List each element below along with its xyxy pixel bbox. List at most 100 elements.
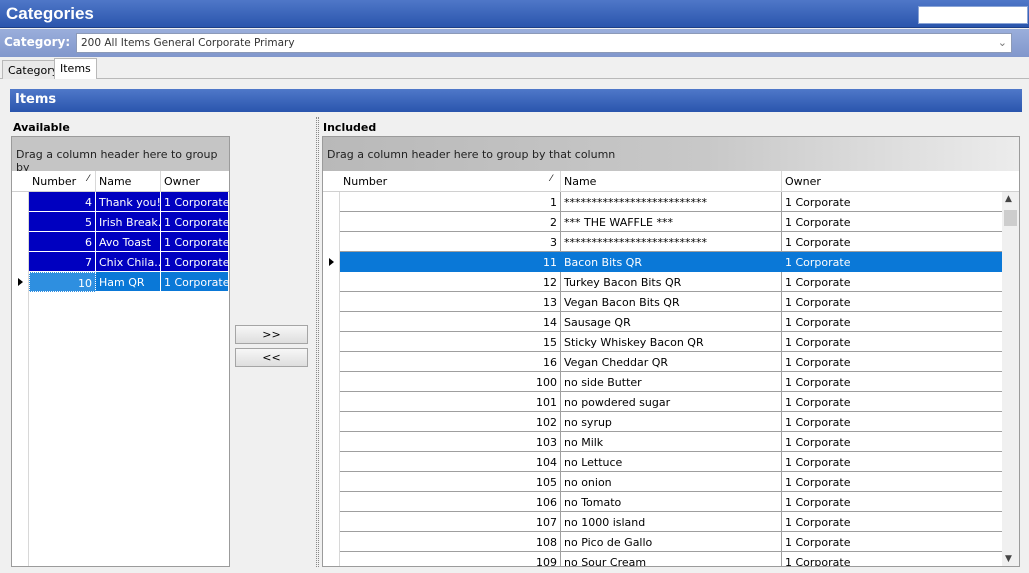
included-scrollbar[interactable]: ▲ ▼ (1002, 192, 1019, 566)
scroll-down-icon[interactable]: ▼ (1005, 554, 1012, 564)
included-cell-owner[interactable]: 1 Corporate (782, 452, 1003, 472)
table-row[interactable]: 3 ************************** 1 Corporate (323, 232, 1003, 252)
available-cell-number[interactable]: 4 (29, 192, 96, 212)
available-cell-name[interactable]: Irish Break... (96, 212, 161, 232)
included-col-owner[interactable]: Owner (782, 171, 1003, 192)
included-cell-name[interactable]: Turkey Bacon Bits QR (561, 272, 782, 292)
table-row[interactable]: 16 Vegan Cheddar QR 1 Corporate (323, 352, 1003, 372)
table-row[interactable]: 7 Chix Chila... 1 Corporate (12, 252, 229, 272)
included-cell-owner[interactable]: 1 Corporate (782, 492, 1003, 512)
included-cell-name[interactable]: Sticky Whiskey Bacon QR (561, 332, 782, 352)
table-row[interactable]: 107 no 1000 island 1 Corporate (323, 512, 1003, 532)
tab-items[interactable]: Items (54, 58, 97, 79)
included-cell-number[interactable]: 100 (340, 372, 561, 392)
included-cell-number[interactable]: 101 (340, 392, 561, 412)
included-cell-number[interactable]: 103 (340, 432, 561, 452)
included-cell-name[interactable]: no Milk (561, 432, 782, 452)
table-row[interactable]: 104 no Lettuce 1 Corporate (323, 452, 1003, 472)
table-row[interactable]: 105 no onion 1 Corporate (323, 472, 1003, 492)
table-row[interactable]: 15 Sticky Whiskey Bacon QR 1 Corporate (323, 332, 1003, 352)
included-cell-name[interactable]: Bacon Bits QR (561, 252, 782, 272)
table-row[interactable]: 10 Ham QR 1 Corporate (12, 272, 229, 292)
available-cell-name[interactable]: Chix Chila... (96, 252, 161, 272)
included-cell-owner[interactable]: 1 Corporate (782, 232, 1003, 252)
included-cell-name[interactable]: no Sour Cream (561, 552, 782, 566)
included-cell-number[interactable]: 102 (340, 412, 561, 432)
included-cell-name[interactable]: *** THE WAFFLE *** (561, 212, 782, 232)
included-cell-owner[interactable]: 1 Corporate (782, 192, 1003, 212)
included-cell-number[interactable]: 16 (340, 352, 561, 372)
included-cell-number[interactable]: 105 (340, 472, 561, 492)
available-grid[interactable]: Drag a column header here to group by Nu… (11, 136, 230, 567)
available-cell-number[interactable]: 10 (29, 272, 96, 292)
scroll-thumb[interactable] (1004, 210, 1017, 226)
available-cell-number[interactable]: 7 (29, 252, 96, 272)
included-cell-number[interactable]: 108 (340, 532, 561, 552)
included-cell-name[interactable]: ************************** (561, 192, 782, 212)
included-cell-owner[interactable]: 1 Corporate (782, 372, 1003, 392)
available-group-panel[interactable]: Drag a column header here to group by (12, 137, 229, 174)
table-row[interactable]: 5Irish Break...1 Corporate (12, 212, 229, 232)
table-row[interactable]: 103 no Milk 1 Corporate (323, 432, 1003, 452)
available-col-owner[interactable]: Owner (161, 171, 229, 192)
table-row[interactable]: 6 Avo Toast 1 Corporate (12, 232, 229, 252)
included-cell-owner[interactable]: 1 Corporate (782, 412, 1003, 432)
included-cell-owner[interactable]: 1 Corporate (782, 472, 1003, 492)
available-cell-owner[interactable]: 1 Corporate (161, 272, 229, 292)
included-cell-name[interactable]: no side Butter (561, 372, 782, 392)
remove-from-included-button[interactable]: << (235, 348, 308, 367)
available-cell-owner[interactable]: 1 Corporate (161, 212, 229, 232)
included-cell-owner[interactable]: 1 Corporate (782, 312, 1003, 332)
included-cell-number[interactable]: 2 (340, 212, 561, 232)
available-cell-name[interactable]: Avo Toast (96, 232, 161, 252)
included-cell-number[interactable]: 15 (340, 332, 561, 352)
included-cell-name[interactable]: no syrup (561, 412, 782, 432)
splitter-handle[interactable] (316, 117, 319, 567)
available-cell-owner[interactable]: 1 Corporate (161, 252, 229, 272)
included-col-name[interactable]: Name (561, 171, 782, 192)
included-cell-owner[interactable]: 1 Corporate (782, 432, 1003, 452)
included-cell-name[interactable]: no Lettuce (561, 452, 782, 472)
included-cell-name[interactable]: Vegan Cheddar QR (561, 352, 782, 372)
included-cell-name[interactable]: no 1000 island (561, 512, 782, 532)
available-cell-owner[interactable]: 1 Corporate (161, 192, 229, 212)
included-cell-name[interactable]: Sausage QR (561, 312, 782, 332)
included-cell-owner[interactable]: 1 Corporate (782, 532, 1003, 552)
included-cell-owner[interactable]: 1 Corporate (782, 552, 1003, 566)
included-cell-number[interactable]: 3 (340, 232, 561, 252)
search-input[interactable] (918, 6, 1028, 24)
included-cell-owner[interactable]: 1 Corporate (782, 252, 1003, 272)
included-cell-owner[interactable]: 1 Corporate (782, 212, 1003, 232)
available-cell-name[interactable]: Ham QR (96, 272, 161, 292)
available-col-name[interactable]: Name (96, 171, 161, 192)
available-cell-number[interactable]: 5 (29, 212, 96, 232)
included-cell-owner[interactable]: 1 Corporate (782, 392, 1003, 412)
table-row[interactable]: 2 *** THE WAFFLE *** 1 Corporate (323, 212, 1003, 232)
available-cell-name[interactable]: Thank you! (96, 192, 161, 212)
available-cell-number[interactable]: 6 (29, 232, 96, 252)
included-cell-name[interactable]: no Pico de Gallo (561, 532, 782, 552)
included-cell-number[interactable]: 106 (340, 492, 561, 512)
scroll-up-icon[interactable]: ▲ (1005, 194, 1012, 204)
available-col-number[interactable]: Number ⁄ (29, 171, 96, 192)
table-row[interactable]: 11 Bacon Bits QR 1 Corporate (323, 252, 1003, 272)
included-cell-owner[interactable]: 1 Corporate (782, 292, 1003, 312)
included-grid[interactable]: Drag a column header here to group by th… (322, 136, 1020, 567)
table-row[interactable]: 14 Sausage QR 1 Corporate (323, 312, 1003, 332)
table-row[interactable]: 108 no Pico de Gallo 1 Corporate (323, 532, 1003, 552)
included-cell-number[interactable]: 104 (340, 452, 561, 472)
table-row[interactable]: 4 Thank you! 1 Corporate (12, 192, 229, 212)
included-cell-number[interactable]: 13 (340, 292, 561, 312)
table-row[interactable]: 13 Vegan Bacon Bits QR 1 Corporate (323, 292, 1003, 312)
included-cell-number[interactable]: 11 (340, 252, 561, 272)
included-cell-owner[interactable]: 1 Corporate (782, 272, 1003, 292)
included-cell-name[interactable]: ************************** (561, 232, 782, 252)
table-row[interactable]: 101 no powdered sugar 1 Corporate (323, 392, 1003, 412)
included-cell-number[interactable]: 109 (340, 552, 561, 566)
table-row[interactable]: 106 no Tomato 1 Corporate (323, 492, 1003, 512)
included-cell-owner[interactable]: 1 Corporate (782, 512, 1003, 532)
add-to-included-button[interactable]: >> (235, 325, 308, 344)
included-cell-number[interactable]: 107 (340, 512, 561, 532)
table-row[interactable]: 109 no Sour Cream 1 Corporate (323, 552, 1003, 566)
included-cell-owner[interactable]: 1 Corporate (782, 332, 1003, 352)
